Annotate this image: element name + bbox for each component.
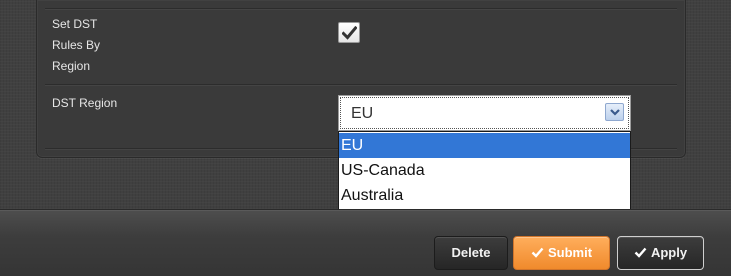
panel-top-divider <box>45 8 677 9</box>
dropdown-arrow-button[interactable] <box>605 103 624 121</box>
delete-button-label: Delete <box>451 245 491 260</box>
submit-button[interactable]: Submit <box>513 236 610 270</box>
dst-region-label: DST Region <box>52 96 118 110</box>
chevron-down-icon <box>610 109 620 116</box>
set-dst-rules-checkbox[interactable] <box>338 22 360 43</box>
delete-button[interactable]: Delete <box>434 236 508 270</box>
submit-button-label: Submit <box>547 245 593 260</box>
dropdown-option-australia[interactable]: Australia <box>339 183 630 208</box>
dst-region-dropdown-list: EU US-Canada Australia <box>338 131 631 211</box>
dropdown-option-eu[interactable]: EU <box>339 133 630 158</box>
apply-button-label: Apply <box>650 245 688 260</box>
checkmark-icon <box>531 247 544 258</box>
checkmark-icon <box>342 26 357 40</box>
checkmark-icon <box>634 247 647 258</box>
apply-button[interactable]: Apply <box>617 236 704 270</box>
dst-region-selected-value: EU <box>351 105 374 122</box>
set-dst-rules-label: Set DST Rules By Region <box>52 17 101 73</box>
dropdown-option-us-canada[interactable]: US-Canada <box>339 158 630 183</box>
dst-region-select[interactable]: EU <box>338 95 631 131</box>
row-divider <box>45 84 677 85</box>
